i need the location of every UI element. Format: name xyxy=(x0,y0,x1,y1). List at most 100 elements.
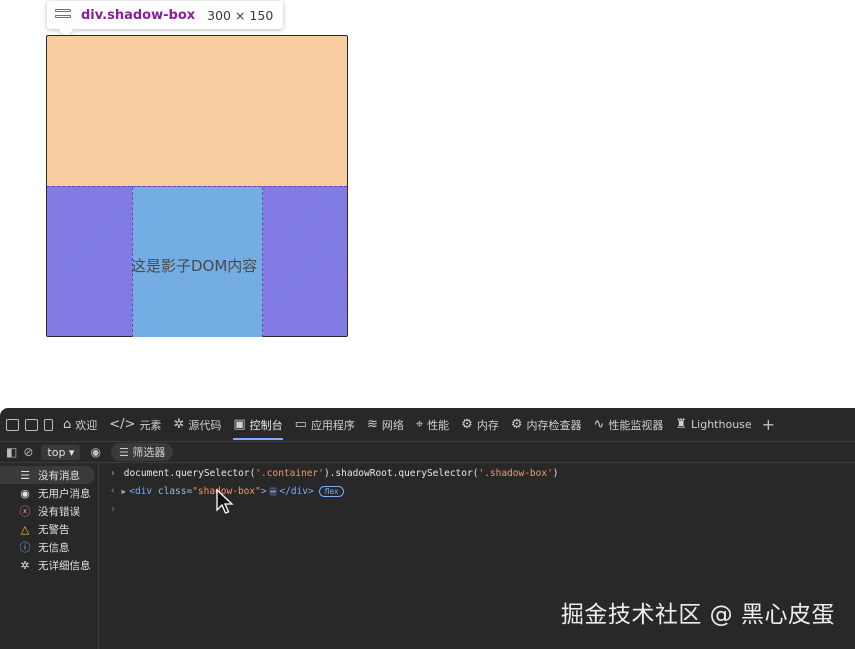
js-token: document. xyxy=(123,467,176,479)
tab-label: 源代码 xyxy=(188,418,222,432)
js-token: '.shadow-box' xyxy=(478,467,553,479)
add-tab-icon[interactable]: + xyxy=(762,415,775,434)
inspect-tooltip: div.shadow-box 300 × 150 xyxy=(47,1,284,29)
app-icon: ▭ xyxy=(294,417,307,432)
tooltip-element-name: div.shadow-box xyxy=(81,7,196,23)
sidebar-toggle-icon[interactable]: ◧ xyxy=(6,445,17,459)
sidebar-item-2[interactable]: ⓧ 没有错误 xyxy=(0,502,98,520)
js-token: ). xyxy=(323,467,336,479)
sidebar-item-label: 无信息 xyxy=(38,541,70,554)
sidebar-item-label: 没有消息 xyxy=(38,469,80,482)
tab-label: 元素 xyxy=(139,418,162,432)
js-token: ) xyxy=(552,467,559,479)
js-token: shadowRoot xyxy=(335,467,393,479)
context-select-value: top xyxy=(47,445,66,459)
clear-console-icon[interactable]: ⊘ xyxy=(23,445,33,459)
tab-1[interactable]: </> 元素 xyxy=(103,408,167,441)
tab-4[interactable]: ▭ 应用程序 xyxy=(289,408,361,441)
warning-icon: △ xyxy=(20,522,30,536)
console-command-line: › document. querySelector('.container'). s… xyxy=(100,464,855,482)
html-tag: <div xyxy=(129,485,153,497)
pulse-icon: ∿ xyxy=(593,417,605,432)
tab-label: 内存 xyxy=(476,418,499,432)
sidebar-item-label: 无用户消息 xyxy=(38,487,91,500)
tab-9[interactable]: ∿ 性能监视器 xyxy=(587,408,669,441)
error-icon: ⓧ xyxy=(19,505,31,518)
tab-label: 内存检查器 xyxy=(526,418,582,432)
tab-3[interactable]: ▣ 控制台 xyxy=(227,408,288,441)
lighthouse-icon: ♜ xyxy=(675,417,688,432)
user-icon: ◉ xyxy=(20,486,30,500)
tab-10[interactable]: ♜ Lighthouse xyxy=(669,408,757,441)
dock-side-icon[interactable] xyxy=(44,418,53,431)
sidebar-item-label: 无详细信息 xyxy=(38,559,91,572)
tab-label: 性能 xyxy=(427,418,450,432)
sidebar-item-label: 无警告 xyxy=(38,523,70,536)
js-token: querySelector xyxy=(398,467,473,479)
inspect-element-icon[interactable] xyxy=(25,418,38,431)
tab-label: 欢迎 xyxy=(75,418,98,432)
device-toolbar-icon[interactable] xyxy=(6,418,19,431)
chevron-left-icon: ‹ xyxy=(110,486,116,496)
filter-icon: ☰ xyxy=(118,446,129,459)
filter-placeholder: 筛选器 xyxy=(132,446,166,459)
sidebar-item-1[interactable]: ◉ 无用户消息 xyxy=(0,484,98,502)
container-box[interactable]: 这是影子DOM内容 xyxy=(46,35,348,337)
devtools-tabs: ⌂ 欢迎 </> 元素 ✲ 源代码 ▣ 控制台 ▭ 应用程序 ≋ 网络 ⌖ 性能 ⚙ 内存 ⚙ 内存检查器 ∿ 性能监… xyxy=(57,408,758,441)
watermark: 掘金技术社区 @ 黑心皮蛋 xyxy=(560,602,835,628)
tab-label: 网络 xyxy=(381,418,404,432)
tab-5[interactable]: ≋ 网络 xyxy=(361,408,410,441)
js-token: querySelector xyxy=(175,467,250,479)
sidebar-item-label: 没有错误 xyxy=(38,505,80,518)
console-filterbar: ◧ ⊘ top ▾ ◉ ☰ 筛选器 xyxy=(0,442,855,463)
tab-7[interactable]: ⚙ 内存 xyxy=(455,408,505,441)
bug-icon: ✲ xyxy=(173,417,185,432)
tab-6[interactable]: ⌖ 性能 xyxy=(410,408,455,441)
console-input-line[interactable]: › xyxy=(100,500,855,518)
tab-label: 控制台 xyxy=(249,418,283,432)
sidebar-item-0[interactable]: ☰ 没有消息 xyxy=(0,466,95,484)
bug-icon: ✲ xyxy=(20,558,30,572)
page-viewport: div.shadow-box 300 × 150 这是影子DOM内容 xyxy=(0,0,855,410)
console-result-line[interactable]: ‹ ▶ <div class= "shadow-box" > ⋯ </div> flex xyxy=(100,482,855,500)
sidebar-item-5[interactable]: ✲ 无详细信息 xyxy=(0,556,98,574)
gear-icon: ⚙ xyxy=(510,417,523,432)
shadow-dom-text: 这是影子DOM内容 xyxy=(131,257,258,275)
gear-icon: ⚙ xyxy=(461,417,473,432)
shadow-box-highlight[interactable]: 这是影子DOM内容 xyxy=(47,186,347,337)
info-icon: ⓘ xyxy=(19,541,31,554)
html-tag: </div> xyxy=(279,485,314,497)
chevron-right-icon: › xyxy=(110,503,116,515)
html-tag: > xyxy=(260,485,267,497)
sidebar-item-4[interactable]: ⓘ 无信息 xyxy=(0,538,98,556)
tab-8[interactable]: ⚙ 内存检查器 xyxy=(505,408,588,441)
devtools-panel: ⌂ 欢迎 </> 元素 ✲ 源代码 ▣ 控制台 ▭ 应用程序 ≋ 网络 ⌖ 性能 ⚙ 内存 ⚙ 内存检查器 ∿ 性能监… xyxy=(0,408,855,649)
flex-badge[interactable]: flex xyxy=(318,485,345,497)
expand-triangle-icon[interactable]: ▶ xyxy=(121,487,126,496)
home-icon: ⌂ xyxy=(63,417,72,432)
gauge-icon: ⌖ xyxy=(415,417,424,432)
js-token: '.container' xyxy=(255,467,324,479)
tab-label: 应用程序 xyxy=(310,418,355,432)
collapsed-content-button[interactable]: ⋯ xyxy=(268,486,278,496)
console-icon: ▣ xyxy=(233,417,246,432)
tab-label: 性能监视器 xyxy=(608,418,664,432)
code-icon: </> xyxy=(109,417,136,432)
tab-label: Lighthouse xyxy=(691,418,752,431)
console-sidebar: ☰ 没有消息 ◉ 无用户消息 ⓧ 没有错误 △ 无警告 ⓘ 无信息 ✲ 无详细信息 xyxy=(0,464,99,649)
context-select[interactable]: top ▾ xyxy=(41,444,81,460)
grid-icon xyxy=(55,9,71,21)
sidebar-item-3[interactable]: △ 无警告 xyxy=(0,520,98,538)
devtools-tabbar: ⌂ 欢迎 </> 元素 ✲ 源代码 ▣ 控制台 ▭ 应用程序 ≋ 网络 ⌖ 性能 ⚙ 内存 ⚙ 内存检查器 ∿ 性能监… xyxy=(0,408,855,442)
tooltip-element-size: 300 × 150 xyxy=(207,7,274,23)
wifi-icon: ≋ xyxy=(366,417,378,432)
console-sidebar-list: ☰ 没有消息 ◉ 无用户消息 ⓧ 没有错误 △ 无警告 ⓘ 无信息 ✲ 无详细信息 xyxy=(0,464,98,574)
list-icon: ☰ xyxy=(20,468,30,482)
filter-input[interactable]: ☰ 筛选器 xyxy=(110,443,174,461)
eye-icon[interactable]: ◉ xyxy=(90,445,100,459)
chevron-right-icon: › xyxy=(110,467,116,479)
tab-2[interactable]: ✲ 源代码 xyxy=(167,408,227,441)
mouse-cursor-icon xyxy=(216,489,234,514)
html-attr-name: class= xyxy=(157,485,193,497)
tab-0[interactable]: ⌂ 欢迎 xyxy=(57,408,103,441)
